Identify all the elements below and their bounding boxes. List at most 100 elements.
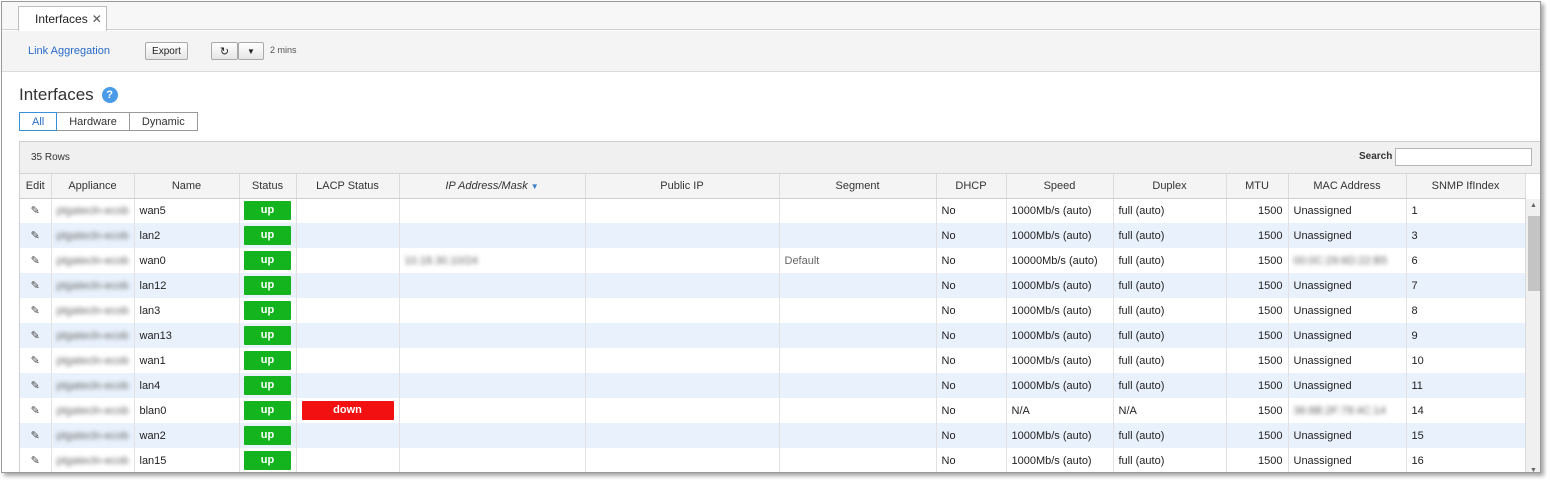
public-ip-cell <box>585 423 780 448</box>
lacp-status-cell: down <box>296 398 400 423</box>
column-header-status[interactable]: Status <box>239 174 297 199</box>
lacp-status-cell <box>296 248 400 273</box>
mtu-cell: 1500 <box>1226 448 1289 472</box>
edit-cell[interactable]: ✎ <box>20 423 52 448</box>
table-row[interactable]: ✎ ptgatecln-ecob lan3 up No 1000Mb/s (auto) fu… <box>20 298 1526 323</box>
snmp-ifindex-cell: 1 <box>1406 198 1526 223</box>
name-value: wan1 <box>139 354 166 367</box>
export-button[interactable]: Export <box>145 42 188 60</box>
edit-cell[interactable]: ✎ <box>20 323 52 348</box>
pencil-icon[interactable]: ✎ <box>31 255 40 267</box>
scrollbar-thumb[interactable] <box>1528 216 1540 291</box>
help-icon[interactable]: ? <box>101 87 118 103</box>
edit-cell[interactable]: ✎ <box>20 373 52 398</box>
segment-cell <box>779 398 937 423</box>
filter-hardware[interactable]: Hardware <box>56 112 130 131</box>
column-header-mtu[interactable]: MTU <box>1226 174 1289 199</box>
column-header-ip-address-mask[interactable]: IP Address/Mask ▼ <box>399 174 586 199</box>
status-badge: up <box>244 401 291 420</box>
vertical-scrollbar[interactable]: ▲ ▼ <box>1525 199 1540 472</box>
pencil-icon[interactable]: ✎ <box>31 230 40 242</box>
refresh-icon: ↻ <box>219 45 230 58</box>
filter-all[interactable]: All <box>19 112 58 131</box>
refresh-button[interactable]: ↻ <box>211 42 238 60</box>
table-row[interactable]: ✎ ptgatecln-ecob wan13 up No 1000Mb/s (auto) f… <box>20 323 1526 348</box>
status-cell: up <box>239 298 297 323</box>
edit-cell[interactable]: ✎ <box>20 248 52 273</box>
ip-address-cell <box>399 273 586 298</box>
column-header-name[interactable]: Name <box>134 174 240 199</box>
dhcp-value: No <box>941 329 956 342</box>
edit-cell[interactable]: ✎ <box>20 398 52 423</box>
pencil-icon[interactable]: ✎ <box>31 305 40 317</box>
filter-dynamic[interactable]: Dynamic <box>128 112 198 131</box>
status-cell: up <box>239 223 297 248</box>
column-header-public-ip[interactable]: Public IP <box>585 174 780 199</box>
snmp-ifindex-cell: 9 <box>1406 323 1526 348</box>
column-header-appliance[interactable]: Appliance <box>51 174 135 199</box>
appliance-value: ptgatecln-ecob <box>56 404 129 417</box>
column-header-label: LACP Status <box>316 179 379 192</box>
dhcp-value: No <box>941 404 956 417</box>
speed-value: 1000Mb/s (auto) <box>1011 204 1092 217</box>
dhcp-cell: No <box>936 373 1007 398</box>
column-header-edit[interactable]: Edit <box>20 174 52 199</box>
speed-value: 1000Mb/s (auto) <box>1011 454 1092 467</box>
column-header-dhcp[interactable]: DHCP <box>936 174 1007 199</box>
table-row[interactable]: ✎ ptgatecln-ecob wan0 up 10.18.30.10/24 Defau… <box>20 248 1526 273</box>
scroll-down-icon[interactable]: ▼ <box>1530 467 1537 472</box>
table-row[interactable]: ✎ ptgatecln-ecob wan1 up No 1000Mb/s (auto) fu… <box>20 348 1526 373</box>
column-header-mac-address[interactable]: MAC Address <box>1288 174 1407 199</box>
status-cell: up <box>239 423 297 448</box>
dhcp-cell: No <box>936 298 1007 323</box>
pencil-icon[interactable]: ✎ <box>31 430 40 442</box>
appliance-value: ptgatecln-ecob <box>56 454 129 467</box>
status-cell: up <box>239 448 297 472</box>
scroll-up-icon[interactable]: ▲ <box>1530 202 1537 209</box>
table-row[interactable]: ✎ ptgatecln-ecob wan5 up No 1000Mb/s (auto) fu… <box>20 198 1526 223</box>
pencil-icon[interactable]: ✎ <box>31 405 40 417</box>
column-header-speed[interactable]: Speed <box>1006 174 1114 199</box>
table-row[interactable]: ✎ ptgatecln-ecob lan4 up No 1000Mb/s (auto) fu… <box>20 373 1526 398</box>
pencil-icon[interactable]: ✎ <box>31 280 40 292</box>
mtu-value: 1500 <box>1258 404 1283 417</box>
column-header-snmp-ifindex[interactable]: SNMP IfIndex <box>1406 174 1526 199</box>
column-header-lacp-status[interactable]: LACP Status <box>296 174 400 199</box>
interfaces-table: Edit Appliance Name Status LACP Status IP Add… <box>20 174 1526 472</box>
pencil-icon[interactable]: ✎ <box>31 455 40 467</box>
name-value: lan2 <box>139 229 161 242</box>
edit-cell[interactable]: ✎ <box>20 198 52 223</box>
column-header-duplex[interactable]: Duplex <box>1113 174 1227 199</box>
edit-cell[interactable]: ✎ <box>20 273 52 298</box>
close-icon[interactable]: ✕ <box>92 12 102 26</box>
search-input[interactable] <box>1395 148 1532 166</box>
ip-address-cell: 10.18.30.10/24 <box>399 248 586 273</box>
refresh-interval-dropdown[interactable]: ▼ <box>238 42 264 60</box>
edit-cell[interactable]: ✎ <box>20 223 52 248</box>
edit-cell[interactable]: ✎ <box>20 348 52 373</box>
pencil-icon[interactable]: ✎ <box>31 355 40 367</box>
speed-cell: 1000Mb/s (auto) <box>1006 198 1114 223</box>
table-row[interactable]: ✎ ptgatecln-ecob wan2 up No 1000Mb/s (auto) fu… <box>20 423 1526 448</box>
table-row[interactable]: ✎ ptgatecln-ecob blan0 up down No N/A N/A 1500 36… <box>20 398 1526 423</box>
table-row[interactable]: ✎ ptgatecln-ecob lan15 up No 1000Mb/s (auto) f… <box>20 448 1526 472</box>
name-value: lan15 <box>139 454 167 467</box>
tab-interfaces[interactable]: Interfaces ✕ <box>18 6 107 31</box>
table-row[interactable]: ✎ ptgatecln-ecob lan2 up No 1000Mb/s (auto) fu… <box>20 223 1526 248</box>
snmp-ifindex-cell: 14 <box>1406 398 1526 423</box>
table-row[interactable]: ✎ ptgatecln-ecob lan12 up No 1000Mb/s (auto) f… <box>20 273 1526 298</box>
filter-button-group: All Hardware Dynamic <box>19 112 198 131</box>
name-value: wan5 <box>139 204 166 217</box>
lacp-status-cell <box>296 448 400 472</box>
name-cell: wan13 <box>134 323 240 348</box>
speed-value: 1000Mb/s (auto) <box>1011 429 1092 442</box>
pencil-icon[interactable]: ✎ <box>31 380 40 392</box>
edit-cell[interactable]: ✎ <box>20 448 52 472</box>
column-header-segment[interactable]: Segment <box>779 174 937 199</box>
duplex-cell: N/A <box>1113 398 1227 423</box>
pencil-icon[interactable]: ✎ <box>31 205 40 217</box>
edit-cell[interactable]: ✎ <box>20 298 52 323</box>
link-aggregation-link[interactable]: Link Aggregation <box>28 45 110 57</box>
pencil-icon[interactable]: ✎ <box>31 330 40 342</box>
mac-address-cell: Unassigned <box>1288 423 1407 448</box>
